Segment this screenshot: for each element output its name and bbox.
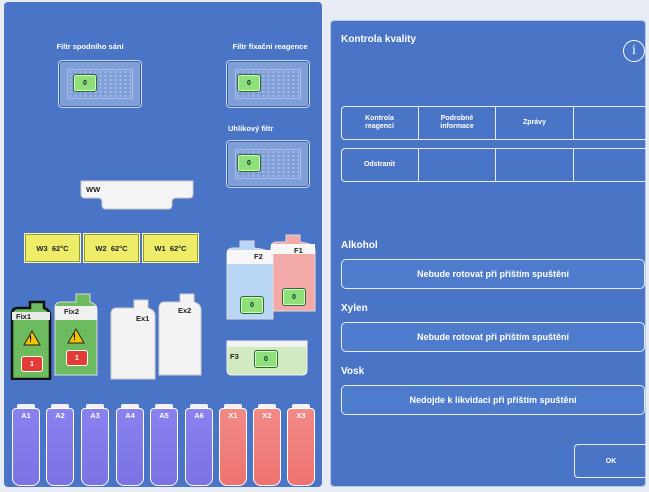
wax-bath-name: W3 — [36, 243, 48, 253]
wax-bath-name: W2 — [95, 243, 107, 253]
fixative-name: Fix1 — [16, 312, 32, 321]
wax-bath-w3[interactable]: W3 62°C — [24, 233, 81, 263]
carbon-filter[interactable]: 0 — [226, 140, 310, 188]
flask-name: F3 — [230, 352, 239, 361]
bottle-x3[interactable]: X3 — [287, 404, 315, 486]
quality-control-panel: Kontrola kvality i Kontrola reagencí Pod… — [330, 20, 647, 487]
bottle-x2[interactable]: X2 — [253, 404, 281, 486]
tab-reports[interactable]: Zprávy — [496, 106, 573, 140]
lower-suction-filter[interactable]: 0 — [58, 60, 142, 108]
bottle-name: A6 — [194, 411, 204, 420]
tab-empty-3[interactable] — [496, 148, 573, 182]
bottle-x1[interactable]: X1 — [219, 404, 247, 486]
bottle-name: A3 — [90, 411, 100, 420]
wax-bath-temp: 62°C — [169, 243, 187, 253]
fixative-value: 1 — [21, 356, 43, 372]
bottle-name: A5 — [159, 411, 169, 420]
flask-value: 0 — [240, 296, 264, 314]
tab-empty-2[interactable] — [419, 148, 495, 182]
jug-shape — [110, 299, 156, 380]
wax-bath-name: W1 — [154, 243, 166, 253]
alcohol-rotation-button[interactable]: Nebude rotovat při příštím spuštění — [341, 259, 645, 289]
tab-empty-4[interactable] — [574, 148, 647, 182]
flask-name: F2 — [254, 252, 263, 261]
lower-suction-filter-value: 0 — [73, 74, 97, 92]
jug-shape — [158, 293, 202, 376]
external-name: Ex2 — [178, 306, 192, 315]
lower-suction-filter-label: Filtr spodního sání — [56, 42, 124, 51]
tab-empty-1[interactable] — [574, 106, 647, 140]
flask-f2[interactable]: F2 0 — [226, 240, 274, 320]
fixative-container-fix1[interactable]: Fix1 ! 1 — [10, 300, 52, 381]
warning-mark: ! — [73, 332, 76, 342]
alcohol-section-title: Alkohol — [341, 240, 378, 251]
bottle-name: X2 — [262, 411, 272, 420]
warning-icon — [23, 330, 41, 346]
external-container-ex1[interactable]: Ex1 — [110, 298, 156, 380]
carbon-filter-value: 0 — [237, 154, 261, 172]
waste-tray-label: WW — [86, 185, 101, 194]
wax-section-title: Vosk — [341, 366, 365, 377]
bottle-name: A4 — [125, 411, 135, 420]
bottle-name: A2 — [55, 411, 65, 420]
bottle-name: X3 — [296, 411, 306, 420]
external-container-ex2[interactable]: Ex2 — [158, 292, 202, 376]
flask-f1[interactable]: F1 0 — [270, 234, 316, 312]
bottle-a1[interactable]: A1 — [12, 404, 40, 486]
bottle-a2[interactable]: A2 — [46, 404, 74, 486]
wax-bath-temp: 62°C — [110, 243, 128, 253]
bottle-a4[interactable]: A4 — [116, 404, 144, 486]
fixative-filter[interactable]: 0 — [226, 60, 310, 108]
wax-bath-w2[interactable]: W2 62°C — [83, 233, 140, 263]
fixative-filter-value: 0 — [237, 74, 261, 92]
fixative-name: Fix2 — [64, 307, 80, 316]
tab-remove[interactable]: Odstranit — [341, 148, 418, 182]
fixative-container-fix2[interactable]: Fix2 ! 1 — [54, 292, 98, 376]
panel-title: Kontrola kvality — [341, 34, 417, 45]
wax-disposal-button[interactable]: Nedojde k likvidaci při příštím spuštění — [341, 385, 645, 415]
fixative-value: 1 — [66, 350, 88, 366]
external-name: Ex1 — [136, 314, 150, 323]
flask-value: 0 — [282, 288, 306, 306]
info-icon-glyph: i — [632, 43, 636, 58]
tab-reagent-check[interactable]: Kontrola reagencí — [341, 106, 418, 140]
bottle-a5[interactable]: A5 — [150, 404, 178, 486]
bottle-name: X1 — [228, 411, 238, 420]
tab-details[interactable]: Podrobné informace — [419, 106, 495, 140]
bottle-a3[interactable]: A3 — [81, 404, 109, 486]
flask-name: F1 — [294, 246, 303, 255]
wax-bath-w1[interactable]: W1 62°C — [142, 233, 199, 263]
info-icon[interactable]: i — [623, 40, 645, 62]
waste-tray[interactable]: WW — [80, 180, 194, 210]
bottle-a6[interactable]: A6 — [185, 404, 213, 486]
bottle-name: A1 — [21, 411, 31, 420]
warning-icon — [67, 328, 85, 344]
warning-mark: ! — [29, 334, 32, 344]
flask-f3[interactable]: F3 0 — [226, 340, 308, 376]
carbon-filter-label: Uhlíkový filtr — [228, 124, 274, 133]
ok-button[interactable]: OK — [574, 444, 647, 478]
xylene-rotation-button[interactable]: Nebude rotovat při příštím spuštění — [341, 322, 645, 352]
wax-bath-temp: 62°C — [51, 243, 69, 253]
fixative-filter-label: Filtr fixační reagence — [232, 42, 308, 51]
xylene-section-title: Xylen — [341, 303, 368, 314]
flask-value: 0 — [254, 350, 278, 368]
